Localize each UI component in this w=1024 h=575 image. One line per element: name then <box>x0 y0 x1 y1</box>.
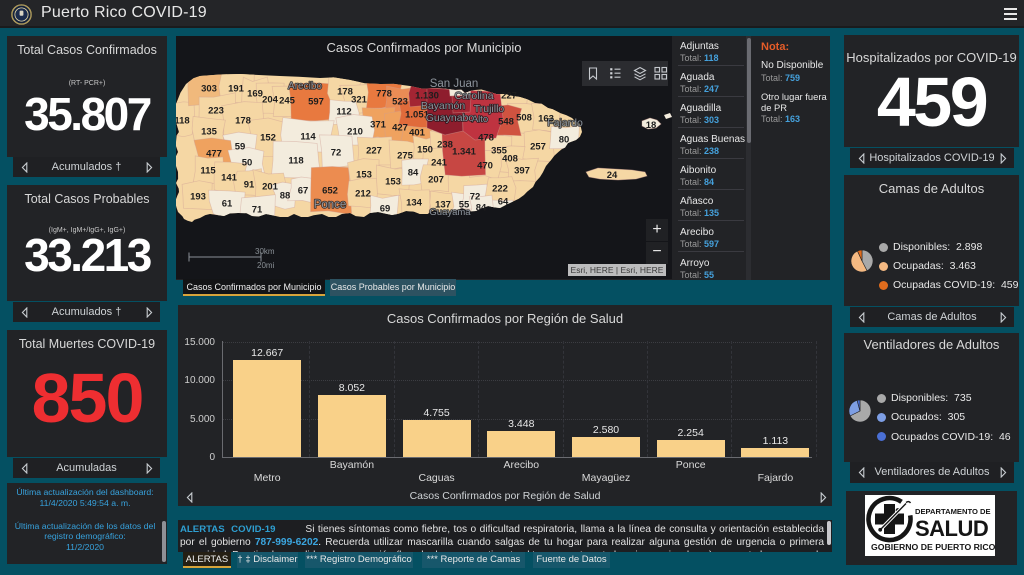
svg-text:67: 67 <box>298 186 309 197</box>
svg-text:427: 427 <box>392 123 408 134</box>
svg-text:241: 241 <box>431 158 448 169</box>
svg-text:597: 597 <box>308 97 324 108</box>
svg-text:207: 207 <box>428 175 444 186</box>
svg-text:548: 548 <box>498 117 514 128</box>
svg-text:178: 178 <box>235 116 251 127</box>
svg-text:30km: 30km <box>255 247 275 256</box>
svg-text:114: 114 <box>300 132 316 143</box>
svg-text:153: 153 <box>356 170 372 181</box>
svg-text:64: 64 <box>498 197 509 208</box>
svg-text:69: 69 <box>380 204 391 215</box>
svg-text:193: 193 <box>190 192 206 203</box>
svg-text:112: 112 <box>336 107 351 118</box>
svg-text:210: 210 <box>347 127 363 138</box>
svg-text:153: 153 <box>385 177 401 188</box>
svg-text:227: 227 <box>366 146 382 157</box>
svg-text:321: 321 <box>351 95 368 106</box>
svg-text:223: 223 <box>208 106 224 117</box>
svg-text:150: 150 <box>417 145 433 156</box>
svg-text:477: 477 <box>206 149 222 160</box>
svg-text:478: 478 <box>478 133 494 144</box>
svg-text:18: 18 <box>646 120 657 131</box>
svg-text:84: 84 <box>408 168 419 179</box>
svg-text:118: 118 <box>176 116 190 127</box>
svg-text:GOBIERNO DE PUERTO RICO: GOBIERNO DE PUERTO RICO <box>871 542 995 552</box>
svg-text:212: 212 <box>355 189 371 200</box>
svg-text:523: 523 <box>392 97 408 108</box>
svg-text:508: 508 <box>516 113 532 124</box>
svg-text:134: 134 <box>406 198 423 209</box>
svg-text:191: 191 <box>228 84 245 95</box>
svg-text:401: 401 <box>409 128 426 139</box>
svg-text:Arecibo: Arecibo <box>288 81 322 92</box>
svg-text:Alto: Alto <box>472 114 488 125</box>
svg-text:71: 71 <box>252 205 263 216</box>
svg-text:169: 169 <box>247 89 263 100</box>
svg-text:DEPARTAMENTO DE: DEPARTAMENTO DE <box>915 507 991 516</box>
svg-text:275: 275 <box>397 151 414 162</box>
svg-text:652: 652 <box>322 186 338 197</box>
svg-text:59: 59 <box>235 142 246 153</box>
svg-text:222: 222 <box>492 184 508 195</box>
svg-text:24: 24 <box>607 170 618 181</box>
svg-text:50: 50 <box>242 158 253 169</box>
svg-text:204: 204 <box>262 95 279 106</box>
svg-text:201: 201 <box>262 182 279 193</box>
svg-text:371: 371 <box>370 120 387 131</box>
svg-text:1.341: 1.341 <box>452 147 476 158</box>
svg-text:Guayama: Guayama <box>429 207 471 218</box>
svg-text:152: 152 <box>260 133 276 144</box>
svg-text:141: 141 <box>221 173 238 184</box>
svg-text:Guaynabo: Guaynabo <box>426 112 475 124</box>
svg-text:Bayamón: Bayamón <box>421 100 466 112</box>
svg-text:San Juan: San Juan <box>430 78 479 90</box>
svg-text:227: 227 <box>501 91 517 102</box>
svg-text:88: 88 <box>280 191 291 202</box>
svg-text:778: 778 <box>376 89 392 100</box>
svg-text:20mi: 20mi <box>257 261 275 270</box>
svg-text:245: 245 <box>279 96 296 107</box>
svg-text:80: 80 <box>559 135 570 146</box>
svg-text:303: 303 <box>201 84 217 95</box>
svg-text:118: 118 <box>288 156 303 167</box>
svg-text:91: 91 <box>244 180 255 191</box>
svg-text:135: 135 <box>201 127 218 138</box>
svg-text:Fajardo: Fajardo <box>547 117 583 129</box>
svg-text:61: 61 <box>222 199 233 210</box>
svg-text:Ponce: Ponce <box>314 199 347 211</box>
svg-text:397: 397 <box>514 166 530 177</box>
svg-text:238: 238 <box>437 140 453 151</box>
svg-text:72: 72 <box>331 148 342 159</box>
svg-text:408: 408 <box>502 154 518 165</box>
svg-text:72: 72 <box>470 192 481 203</box>
svg-text:257: 257 <box>530 142 546 153</box>
svg-text:115: 115 <box>200 166 216 177</box>
svg-text:SALUD: SALUD <box>915 516 988 541</box>
svg-text:84: 84 <box>476 203 487 214</box>
svg-text:470: 470 <box>477 161 493 172</box>
